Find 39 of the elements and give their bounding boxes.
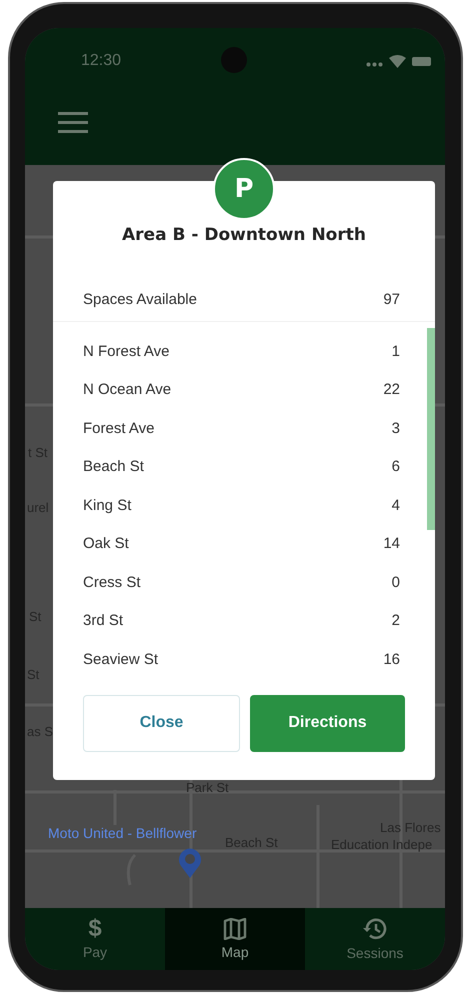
battery-icon xyxy=(412,56,431,66)
space-count: 16 xyxy=(383,650,400,668)
menu-icon[interactable] xyxy=(58,112,88,133)
close-button[interactable]: Close xyxy=(83,694,240,752)
space-count: 2 xyxy=(392,612,400,630)
street-name: N Forest Ave xyxy=(83,342,170,360)
street-name: Seaview St xyxy=(83,650,158,668)
map-icon xyxy=(223,918,247,940)
status-time: 12:30 xyxy=(81,52,122,70)
space-count: 1 xyxy=(392,342,400,360)
nav-tab[interactable]: Map xyxy=(165,908,305,970)
street-name: 3rd St xyxy=(83,612,124,630)
space-count: 14 xyxy=(383,535,400,552)
camera-icon xyxy=(221,47,247,73)
directions-button[interactable]: Directions xyxy=(250,694,405,752)
scrollbar[interactable] xyxy=(427,328,435,530)
place-label: Moto United - Bellflower xyxy=(48,825,197,841)
street-name: King St xyxy=(83,496,132,514)
parking-badge: P xyxy=(213,158,275,220)
street-name: Cress St xyxy=(83,574,141,591)
space-count: 6 xyxy=(392,458,400,476)
space-count: 3 xyxy=(392,420,400,437)
more-dots-icon xyxy=(366,62,383,66)
space-count: 4 xyxy=(392,496,400,514)
wifi-icon xyxy=(389,54,406,68)
dialog-title: Area B - Downtown North xyxy=(121,224,367,247)
street-name: Beach St xyxy=(83,458,144,476)
map-pin-icon xyxy=(178,847,202,879)
nav-tab[interactable]: $ Pay xyxy=(25,908,165,970)
history-icon xyxy=(362,917,388,941)
space-count: 0 xyxy=(392,574,400,591)
dollar-icon: $ xyxy=(88,918,102,940)
space-count: 22 xyxy=(383,381,400,398)
nav-tab[interactable]: Sessions xyxy=(305,908,445,970)
street-name: Forest Ave xyxy=(83,420,154,437)
street-name: Oak St xyxy=(83,535,129,552)
row-label: Spaces Available xyxy=(83,290,197,308)
street-name: N Ocean Ave xyxy=(83,381,172,398)
row-value: 97 xyxy=(383,290,400,308)
